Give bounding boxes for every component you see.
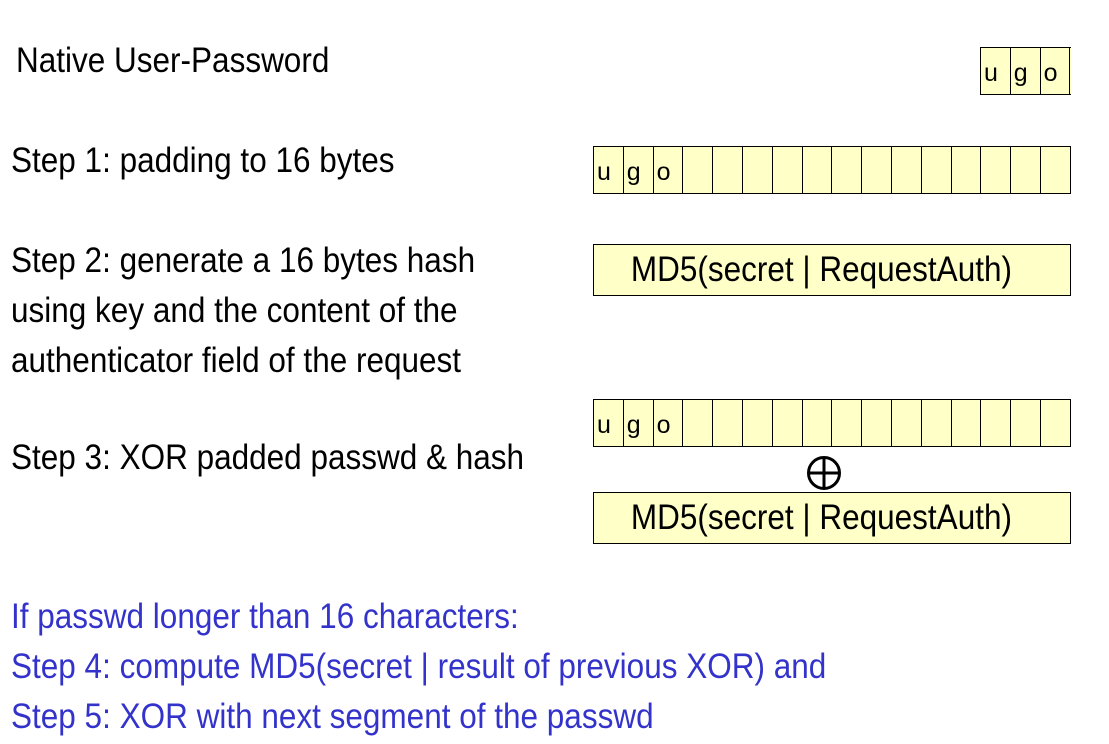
- byte-cell: [683, 400, 714, 446]
- byte-cell: [892, 147, 922, 193]
- step-3-text: Step 3: XOR padded passwd & hash: [11, 438, 525, 477]
- note-line-3: Step 5: XOR with next segment of the pas…: [11, 697, 654, 736]
- byte-cell: [1011, 400, 1041, 446]
- hash-box-xor: MD5(secret | RequestAuth): [593, 492, 1071, 544]
- byte-cell: [713, 400, 743, 446]
- byte-cell: [713, 147, 743, 193]
- byte-cell: [743, 147, 773, 193]
- byte-cell: [832, 400, 863, 446]
- hash-label: MD5(secret | RequestAuth): [630, 498, 1012, 537]
- byte-cell: [862, 147, 892, 193]
- step-1-text: Step 1: padding to 16 bytes: [11, 141, 395, 180]
- padded-password-row-xor: u g o: [593, 399, 1071, 447]
- byte-cell: [832, 147, 863, 193]
- byte-cell: g: [1011, 48, 1041, 94]
- byte-cell: g: [624, 400, 654, 446]
- byte-cell: [773, 147, 803, 193]
- byte-cell: [981, 147, 1012, 193]
- byte-cell: [1011, 147, 1041, 193]
- byte-cell: u: [981, 48, 1011, 94]
- password-byte-row: u g o: [980, 47, 1071, 95]
- byte-cell: [952, 147, 982, 193]
- byte-cell: [862, 400, 892, 446]
- hash-box: MD5(secret | RequestAuth): [593, 244, 1071, 296]
- byte-cell: u: [594, 400, 624, 446]
- byte-cell: [922, 400, 952, 446]
- byte-cell: [773, 400, 803, 446]
- byte-cell: o: [1041, 48, 1071, 94]
- byte-cell: [952, 400, 982, 446]
- step-2-line-3: authenticator field of the request: [11, 341, 462, 380]
- byte-cell: o: [654, 147, 684, 193]
- byte-cell: [683, 147, 714, 193]
- note-line-2: Step 4: compute MD5(secret | result of p…: [11, 647, 827, 686]
- page-title: Native User-Password: [16, 41, 330, 80]
- padded-password-row: u g o: [593, 146, 1071, 194]
- byte-cell: [922, 147, 952, 193]
- byte-cell: o: [654, 400, 684, 446]
- byte-cell: [892, 400, 922, 446]
- step-2-text: Step 2: generate a 16 bytes hash using k…: [11, 236, 475, 386]
- byte-cell: [981, 400, 1012, 446]
- byte-cell: [803, 147, 833, 193]
- byte-cell: [1041, 400, 1071, 446]
- byte-cell: [803, 400, 833, 446]
- note-line-1: If passwd longer than 16 characters:: [11, 597, 519, 636]
- byte-cell: [743, 400, 773, 446]
- byte-cell: [1041, 147, 1071, 193]
- step-2-line-1: Step 2: generate a 16 bytes hash: [11, 241, 476, 280]
- step-2-line-2: using key and the content of the: [11, 291, 458, 330]
- byte-cell: u: [594, 147, 624, 193]
- byte-cell: g: [624, 147, 654, 193]
- hash-label: MD5(secret | RequestAuth): [630, 250, 1012, 289]
- xor-icon: [807, 456, 841, 490]
